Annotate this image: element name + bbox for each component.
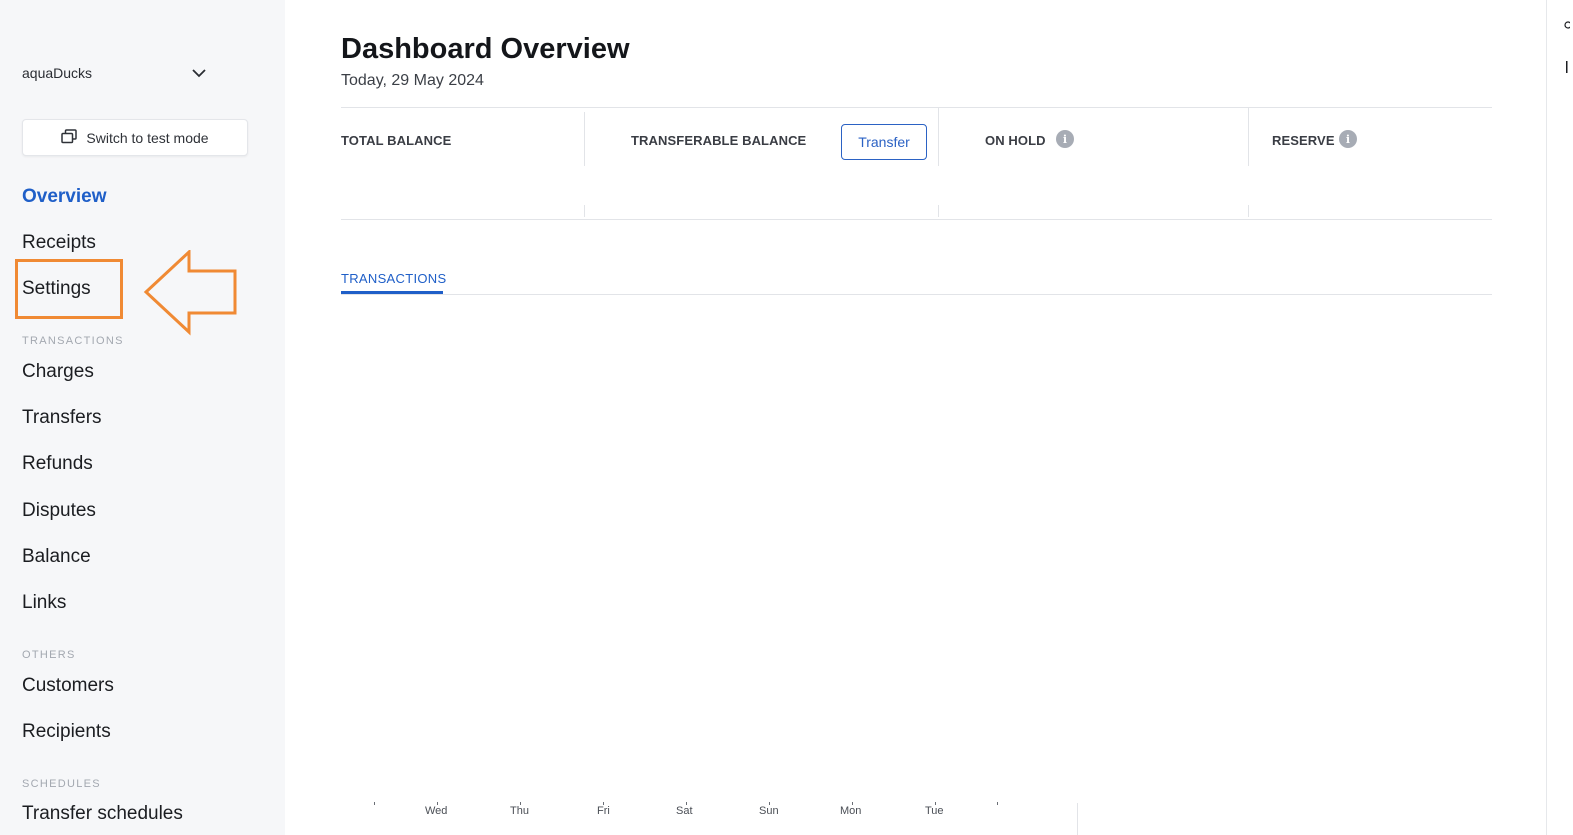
cards-bottom-divider	[341, 219, 1492, 220]
chart-day-label: Sat	[676, 805, 693, 817]
right-panel-glyph-icon	[1566, 61, 1568, 73]
switch-mode-label: Switch to test mode	[86, 129, 209, 146]
card-divider	[938, 108, 939, 166]
info-icon[interactable]: i	[1056, 130, 1074, 148]
page-date: Today, 29 May 2024	[341, 72, 484, 89]
chart-tick	[997, 802, 998, 805]
card-divider	[584, 205, 585, 217]
tab-transactions[interactable]: TRANSACTIONS	[341, 271, 446, 286]
page-title: Dashboard Overview	[341, 33, 630, 65]
chart-day-label: Mon	[840, 805, 862, 817]
transfer-button[interactable]: Transfer	[841, 124, 927, 160]
card-divider	[938, 205, 939, 217]
sidebar-item-links[interactable]: Links	[22, 592, 66, 614]
tabs-divider	[341, 294, 1492, 295]
chevron-down-icon	[190, 64, 208, 82]
account-name: aquaDucks	[22, 65, 93, 81]
sidebar: aquaDucks Switch to test mode Overview R…	[0, 0, 285, 835]
chart-day-label: Thu	[510, 805, 529, 817]
section-label-schedules: SCHEDULES	[22, 778, 101, 790]
sidebar-item-charges[interactable]: Charges	[22, 361, 94, 383]
right-panel-border	[1546, 0, 1547, 835]
chart-day-label: Sun	[759, 805, 779, 817]
sidebar-item-customers[interactable]: Customers	[22, 675, 114, 697]
sidebar-item-disputes[interactable]: Disputes	[22, 500, 96, 522]
section-label-transactions: TRANSACTIONS	[22, 335, 124, 347]
arrow-annotation-icon	[143, 250, 237, 336]
transferable-balance-amount-partial	[631, 160, 771, 166]
section-label-others: OTHERS	[22, 649, 76, 661]
info-icon[interactable]: i	[1339, 130, 1357, 148]
sidebar-item-recipients[interactable]: Recipients	[22, 721, 111, 743]
chart-tick	[374, 802, 375, 805]
right-panel-glyph-icon	[1564, 21, 1570, 29]
sidebar-item-receipts[interactable]: Receipts	[22, 232, 96, 254]
card-divider	[1248, 108, 1249, 166]
chart-day-label: Wed	[425, 805, 448, 817]
sidebar-item-transfer-schedules[interactable]: Transfer schedules	[22, 803, 183, 825]
chart-divider	[1077, 803, 1078, 835]
chart-day-label: Fri	[597, 805, 610, 817]
sidebar-item-refunds[interactable]: Refunds	[22, 453, 93, 475]
sidebar-item-overview[interactable]: Overview	[22, 186, 107, 208]
total-balance-amount-partial	[343, 160, 493, 166]
sidebar-item-transfers[interactable]: Transfers	[22, 407, 102, 429]
card-divider	[584, 112, 585, 166]
card-divider	[1248, 205, 1249, 217]
reserve-label: RESERVE	[1272, 133, 1335, 148]
sidebar-item-balance[interactable]: Balance	[22, 546, 91, 568]
transferable-balance-label: TRANSFERABLE BALANCE	[631, 133, 807, 148]
total-balance-label: TOTAL BALANCE	[341, 133, 452, 148]
chart-day-label: Tue	[925, 805, 944, 817]
switch-mode-icon	[61, 128, 78, 147]
on-hold-label: ON HOLD	[985, 133, 1046, 148]
cards-top-divider	[341, 107, 1492, 108]
account-switcher[interactable]: aquaDucks	[22, 62, 208, 84]
switch-to-test-mode-button[interactable]: Switch to test mode	[22, 119, 248, 156]
settings-highlight-box	[15, 259, 123, 319]
main-content: Dashboard Overview Today, 29 May 2024 TO…	[285, 0, 1548, 835]
